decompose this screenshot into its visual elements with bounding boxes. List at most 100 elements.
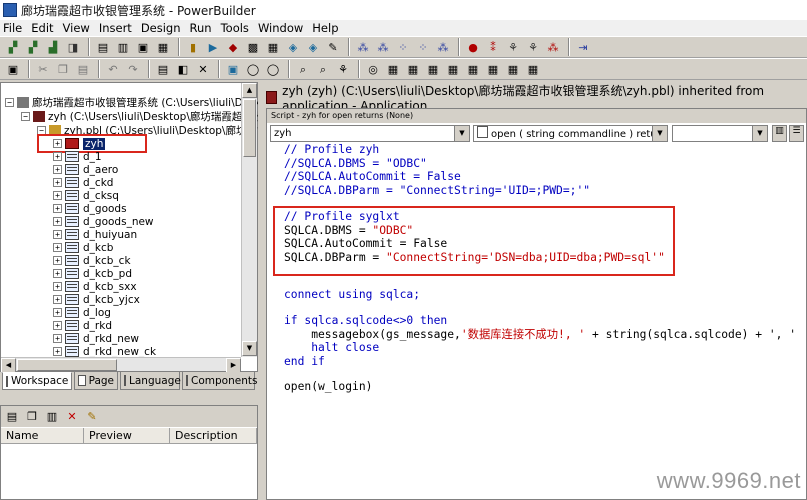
exit-icon[interactable]: ⇥ <box>574 38 592 56</box>
comment-icon[interactable]: ◯ <box>244 60 262 78</box>
run-icon[interactable]: ▶ <box>204 38 222 56</box>
code-area[interactable]: // Profile zyh //SQLCA.DBMS = "ODBC" //S… <box>284 143 804 483</box>
tree-item[interactable]: + d_rkd <box>53 319 112 332</box>
replace-icon[interactable]: ⌕ <box>314 60 332 78</box>
expand-icon[interactable]: + <box>53 347 62 356</box>
save-icon[interactable]: ▣ <box>4 60 22 78</box>
collapse-icon[interactable]: − <box>21 112 30 121</box>
column-header-description[interactable]: Description <box>170 428 257 444</box>
watch-icon[interactable]: ⁂ <box>544 38 562 56</box>
collapse-icon[interactable]: − <box>5 98 14 107</box>
tree-item[interactable]: + d_kcb_yjcx <box>53 293 140 306</box>
grid4-icon[interactable]: ⁘ <box>414 38 432 56</box>
expand-icon[interactable]: + <box>53 217 62 226</box>
open-icon[interactable]: ▟ <box>44 38 62 56</box>
props3-icon[interactable]: ▦ <box>424 60 442 78</box>
tree-item[interactable]: + d_kcb_pd <box>53 267 132 280</box>
tree-item[interactable]: + d_cksq <box>53 189 119 202</box>
expand-icon[interactable]: + <box>53 191 62 200</box>
list-icon[interactable]: ▤ <box>3 408 21 426</box>
tree-item[interactable]: + d_goods <box>53 202 127 215</box>
props7-icon[interactable]: ▦ <box>504 60 522 78</box>
tree-item[interactable]: + d_kcb_ck <box>53 254 131 267</box>
split-view-icon[interactable]: ▥ <box>772 125 787 142</box>
compile-icon[interactable]: ◎ <box>364 60 382 78</box>
scroll-right-icon[interactable]: ▶ <box>226 358 241 373</box>
expand-icon[interactable]: + <box>53 256 62 265</box>
find-icon[interactable]: ⌕ <box>294 60 312 78</box>
chevron-down-icon[interactable]: ▼ <box>652 126 667 141</box>
object-dropdown[interactable]: zyh ▼ <box>270 125 470 142</box>
tree-item[interactable]: + d_aero <box>53 163 118 176</box>
paste-icon[interactable]: ▤ <box>74 60 92 78</box>
props6-icon[interactable]: ▦ <box>484 60 502 78</box>
expand-icon[interactable]: + <box>53 269 62 278</box>
tree-item[interactable]: + d_kcb_sxx <box>53 280 137 293</box>
clear-icon[interactable]: ◧ <box>174 60 192 78</box>
library-icon[interactable]: ▮ <box>184 38 202 56</box>
select-all-icon[interactable]: ▤ <box>154 60 172 78</box>
expand-icon[interactable]: + <box>53 321 62 330</box>
step-icon[interactable]: ⁑ <box>484 38 502 56</box>
expand-icon[interactable]: + <box>53 230 62 239</box>
chevron-down-icon[interactable]: ▼ <box>454 126 469 141</box>
expand-icon[interactable]: + <box>53 243 62 252</box>
continue-icon[interactable]: ⚘ <box>524 38 542 56</box>
tree-item[interactable]: + d_goods_new <box>53 215 154 228</box>
list-view-icon[interactable]: ☰ <box>789 125 804 142</box>
grid2-icon[interactable]: ⁂ <box>374 38 392 56</box>
tree-item[interactable]: + d_huiyuan <box>53 228 137 241</box>
scroll-up-icon[interactable]: ▲ <box>242 83 257 98</box>
tree-item[interactable]: + d_ckd <box>53 176 113 189</box>
cut-icon[interactable]: ✂ <box>34 60 52 78</box>
tree-vertical-scrollbar[interactable]: ▲ ▼ <box>241 83 257 357</box>
tree-item[interactable]: + d_kcb <box>53 241 113 254</box>
hscroll-thumb[interactable] <box>17 359 117 371</box>
new-icon[interactable]: ▞ <box>4 38 22 56</box>
inherit-icon[interactable]: ▞ <box>24 38 42 56</box>
menu-icon[interactable]: ▥ <box>114 38 132 56</box>
step-over-icon[interactable]: ⚘ <box>504 38 522 56</box>
copy-entry-icon[interactable]: ❐ <box>23 408 41 426</box>
menu-edit[interactable]: Edit <box>28 21 59 35</box>
event-dropdown[interactable]: open ( string commandline ) returns (non… <box>473 125 668 142</box>
grid5-icon[interactable]: ⁂ <box>434 38 452 56</box>
project-icon[interactable]: ◈ <box>284 38 302 56</box>
redo-icon[interactable]: ↷ <box>124 60 142 78</box>
menu-view[interactable]: View <box>60 21 96 35</box>
undo-icon[interactable]: ↶ <box>104 60 122 78</box>
menu-tools[interactable]: Tools <box>218 21 255 35</box>
tab-language[interactable]: Language <box>120 372 181 390</box>
tree-item[interactable]: + d_rkd_new <box>53 332 139 345</box>
scroll-down-icon[interactable]: ▼ <box>242 341 257 356</box>
goto-icon[interactable]: ⚘ <box>334 60 352 78</box>
expand-icon[interactable]: + <box>53 165 62 174</box>
tree-item[interactable]: + d_log <box>53 306 111 319</box>
grid-icon[interactable]: ⁂ <box>354 38 372 56</box>
object-icon[interactable]: ◈ <box>304 38 322 56</box>
expand-icon[interactable]: + <box>53 152 62 161</box>
props2-icon[interactable]: ▦ <box>404 60 422 78</box>
scroll-thumb[interactable] <box>243 99 256 157</box>
tab-page[interactable]: Page <box>74 372 118 390</box>
column-header-name[interactable]: Name <box>1 428 84 444</box>
menu-insert[interactable]: Insert <box>96 21 138 35</box>
database-icon[interactable]: ▩ <box>244 38 262 56</box>
tree-item[interactable]: + d_1 <box>53 150 102 163</box>
grid3-icon[interactable]: ⁘ <box>394 38 412 56</box>
tab-workspace[interactable]: Workspace <box>2 372 72 390</box>
uncomment-icon[interactable]: ◯ <box>264 60 282 78</box>
menu-help[interactable]: Help <box>309 21 344 35</box>
stop-icon[interactable]: ● <box>464 38 482 56</box>
debug-icon[interactable]: ◆ <box>224 38 242 56</box>
close-icon[interactable]: ✕ <box>194 60 212 78</box>
tab-components[interactable]: Components <box>182 372 257 390</box>
props5-icon[interactable]: ▦ <box>464 60 482 78</box>
scroll-left-icon[interactable]: ◀ <box>1 358 16 373</box>
copy-icon[interactable]: ❐ <box>54 60 72 78</box>
chevron-down-icon[interactable]: ▼ <box>752 126 767 141</box>
function-icon[interactable]: ▦ <box>154 38 172 56</box>
layout-icon[interactable]: ▣ <box>224 60 242 78</box>
tree-workspace[interactable]: − 廊坊瑞霞超市收银管理系统 (C:\Users\liuli\Deskt <box>5 96 265 109</box>
edit-icon[interactable]: ✎ <box>324 38 342 56</box>
